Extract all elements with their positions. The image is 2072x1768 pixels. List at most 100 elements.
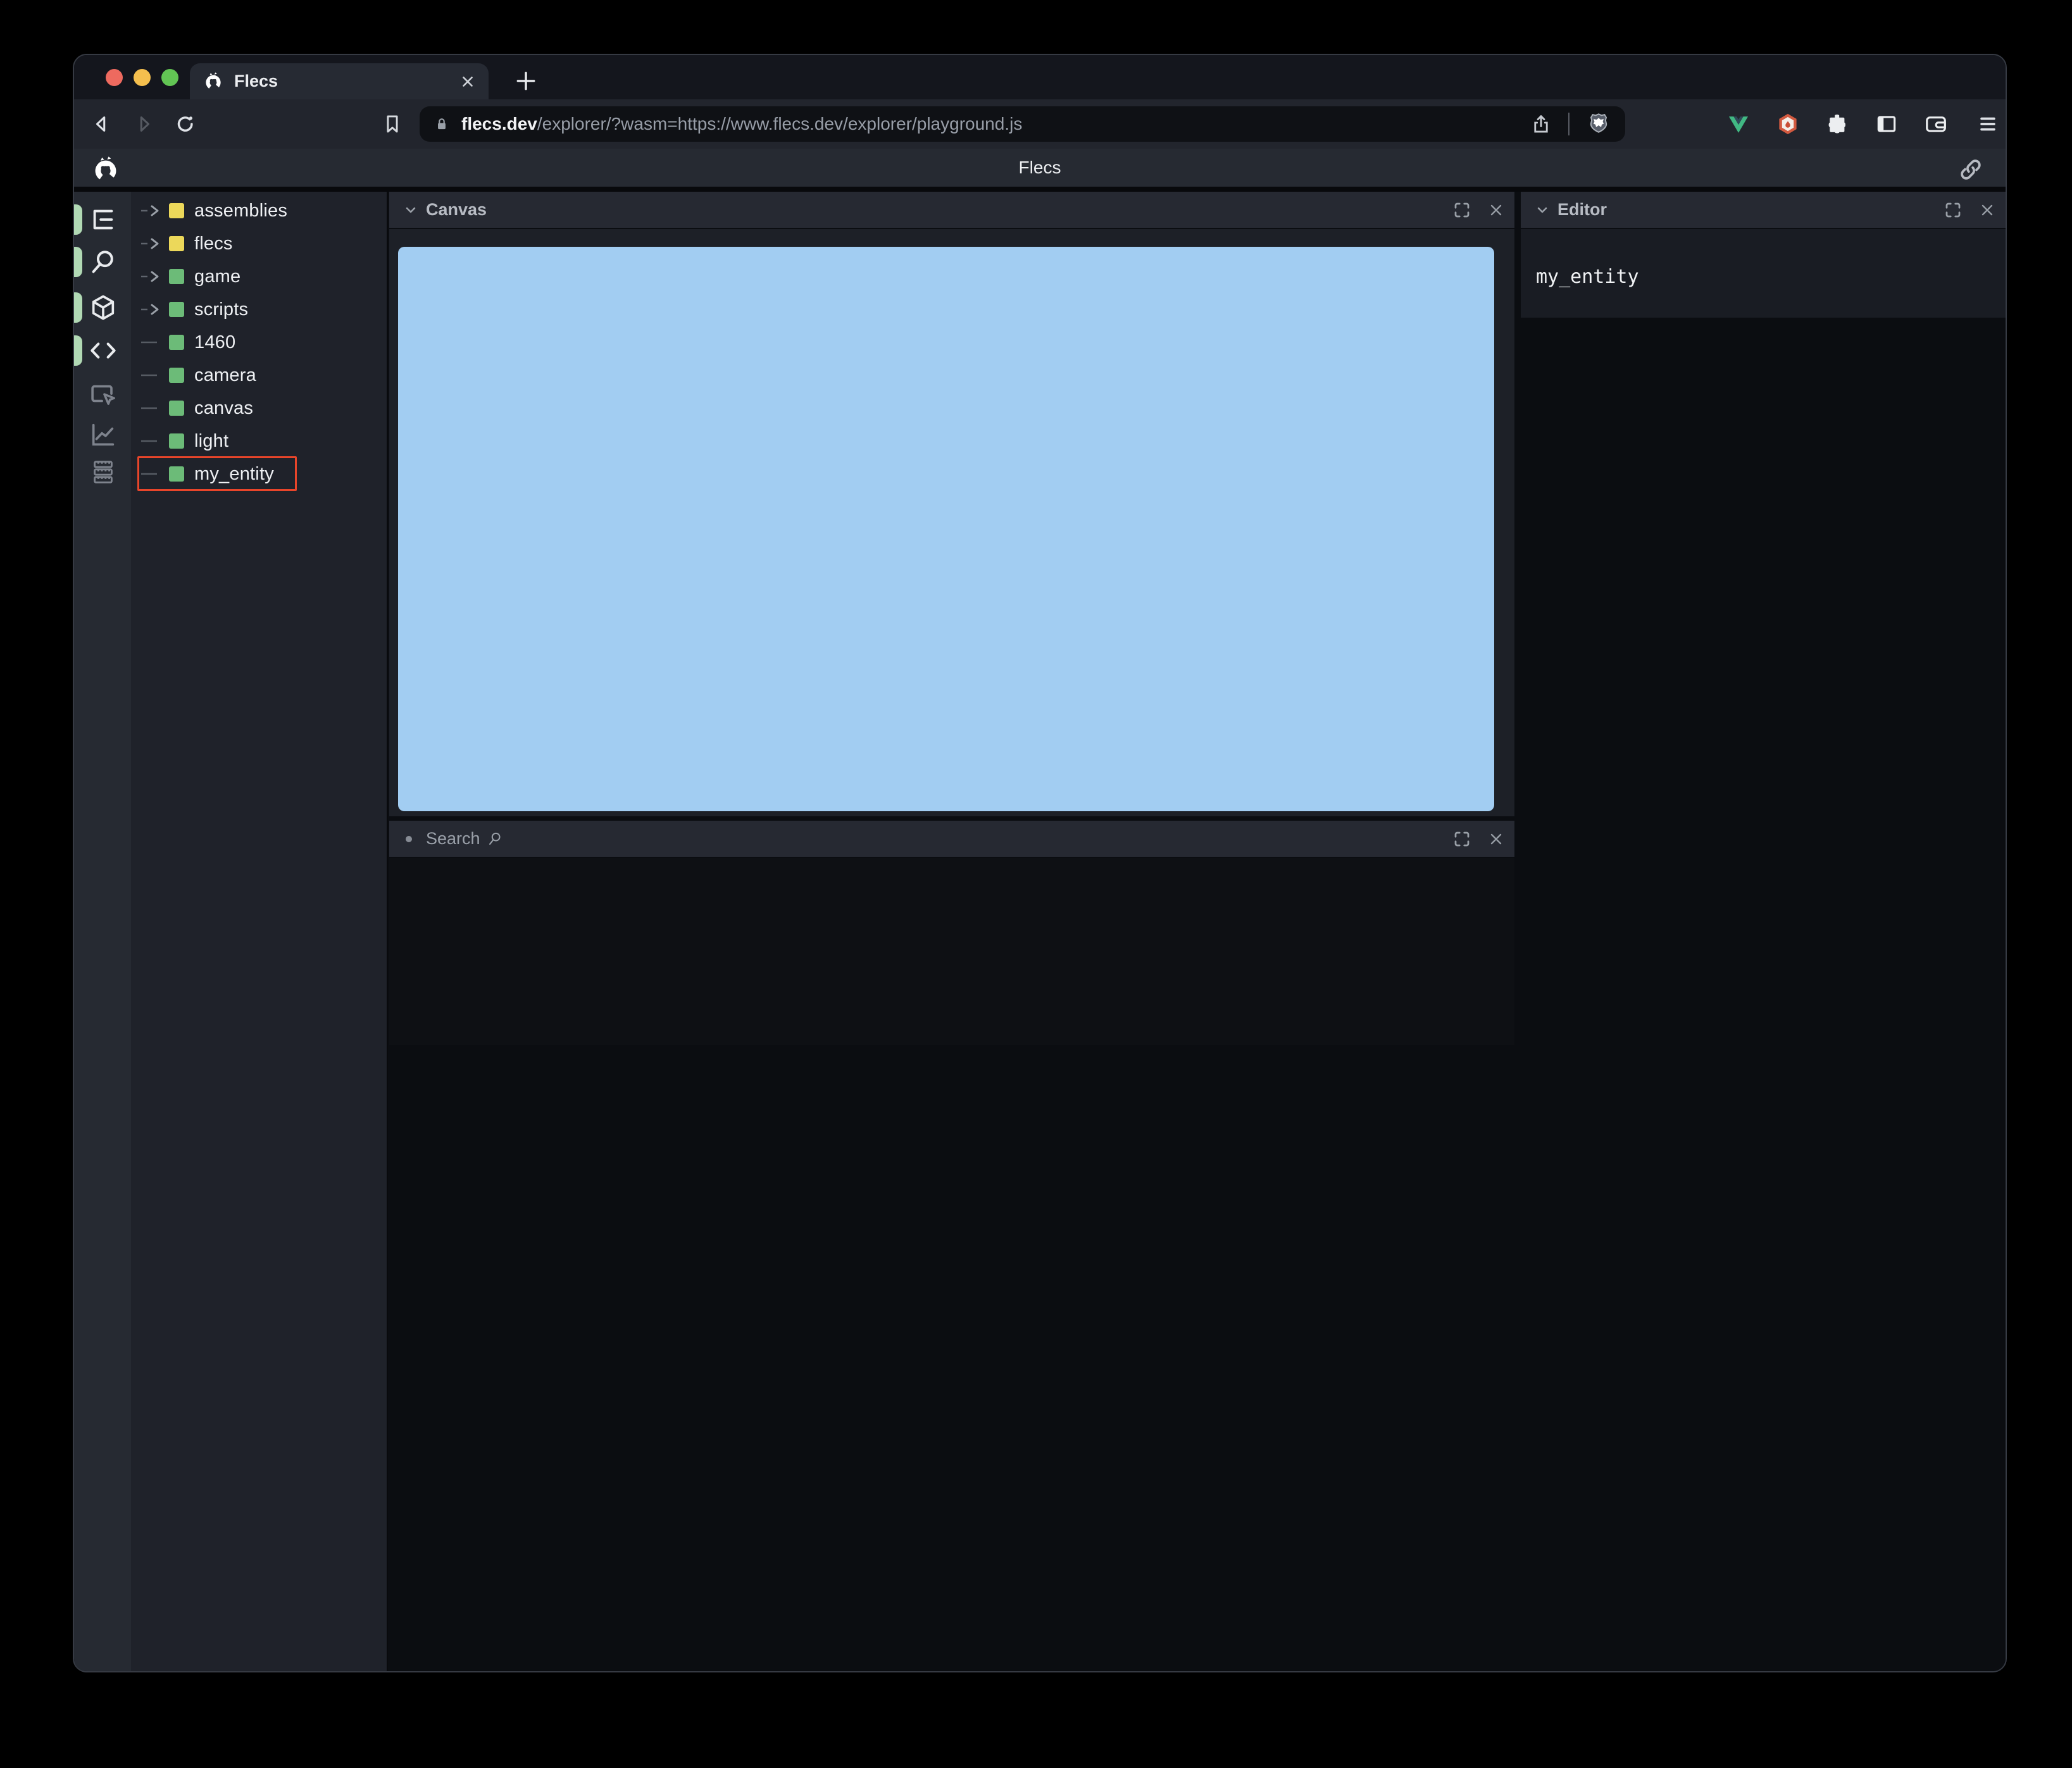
url-text: flecs.dev/explorer/?wasm=https://www.fle… [461,114,1022,134]
tree-item-light[interactable]: light [131,425,387,458]
canvas-panel-header: Canvas [389,192,1514,228]
tree-expand-arrow-icon[interactable] [140,302,168,316]
tab-title: Flecs [234,72,278,90]
close-panel-icon[interactable] [1488,202,1504,218]
forward-button[interactable] [132,113,155,135]
address-bar-separator [1568,113,1570,135]
activity-bar-item-search-icon[interactable] [89,247,118,277]
tree-expand-arrow-icon[interactable] [140,237,168,251]
tree-leaf-dash-icon [140,368,168,382]
tree-item-label: flecs [194,233,233,254]
entity-kind-swatch [169,236,184,251]
tree-item-label: 1460 [194,332,236,352]
share-link-icon[interactable] [1957,156,1984,183]
url-domain: flecs.dev [461,114,537,134]
new-tab-button[interactable] [514,69,538,93]
tree-leaf-dash-icon [140,467,168,481]
activity-bar-item-code-icon[interactable] [89,336,118,365]
extensions-puzzle-icon[interactable] [1825,112,1849,136]
render-canvas[interactable] [398,247,1494,811]
tree-item-label: assemblies [194,200,288,221]
tree-item-scripts[interactable]: scripts [131,293,387,326]
brave-shields-icon[interactable] [1586,111,1611,137]
tree-expand-arrow-icon[interactable] [140,270,168,283]
tree-item-canvas[interactable]: canvas [131,392,387,425]
activity-bar-item-inspector-icon[interactable] [89,380,118,409]
flecs-favicon [203,71,224,92]
tree-item-label: game [194,266,241,287]
tree-item-label: my_entity [194,463,274,484]
editor-panel-title: Editor [1557,200,1607,219]
wallet-icon[interactable] [1924,112,1948,136]
tree-item-label: canvas [194,397,254,418]
browser-window: Flecs flecs.dev/explorer/?wasm=https://w… [73,54,2007,1672]
tree-leaf-dash-icon [140,335,168,349]
chevron-down-icon[interactable] [403,202,418,218]
entity-kind-swatch [169,335,184,350]
tree-leaf-dash-icon [140,434,168,448]
lock-icon [434,116,450,132]
tree-item-label: camera [194,364,256,385]
menu-hamburger-icon[interactable] [1977,113,1999,135]
app-header: Flecs [74,149,2006,192]
canvas-panel-body [389,229,1514,816]
tree-item-game[interactable]: game [131,260,387,293]
tree-item-camera[interactable]: camera [131,359,387,392]
tree-item-assemblies[interactable]: assemblies [131,194,387,227]
fullscreen-icon[interactable] [1944,201,1963,220]
bookmark-icon[interactable] [382,113,403,135]
close-window-button[interactable] [106,69,123,86]
close-panel-icon[interactable] [1488,831,1504,847]
tree-item-label: light [194,430,229,451]
tab-close-icon[interactable] [459,73,476,90]
close-panel-icon[interactable] [1979,202,1995,218]
minimize-window-button[interactable] [134,69,151,86]
code-editor[interactable]: my_entity [1521,229,2006,318]
tree-expand-arrow-icon[interactable] [140,204,168,218]
search-panel-header: Search [389,821,1514,857]
share-icon[interactable] [1530,113,1552,135]
tree-item-my_entity[interactable]: my_entity [131,456,387,491]
activity-bar-item-entities-icon[interactable] [89,293,118,322]
browser-tab[interactable]: Flecs [190,63,489,99]
activity-bar-item-commands-icon[interactable] [89,458,118,487]
url-path: /explorer/?wasm=https://www.flecs.dev/ex… [537,114,1023,134]
activity-bar [74,192,131,1671]
app-body: assemblies flecs game scripts 1460 camera canv… [74,192,2006,1671]
workspace: Canvas Search Editor my_entity [388,192,2006,1671]
zoom-window-button[interactable] [161,69,178,86]
entity-kind-swatch [169,269,184,284]
activity-bar-item-tree-icon[interactable] [89,205,118,234]
search-panel-title[interactable]: Search [426,829,480,849]
entity-kind-swatch [169,203,184,218]
back-button[interactable] [90,113,113,135]
entity-kind-swatch [169,466,184,482]
tree-item-flecs[interactable]: flecs [131,227,387,260]
tree-leaf-dash-icon [140,401,168,415]
activity-bar-item-stats-icon[interactable] [89,420,118,449]
address-bar[interactable]: flecs.dev/explorer/?wasm=https://www.fle… [420,106,1625,142]
fullscreen-icon[interactable] [1452,201,1471,220]
sidebar-panel-icon[interactable] [1875,112,1899,136]
extensions-row [1726,112,1948,136]
chevron-down-icon[interactable] [1535,202,1550,218]
bullet-icon [406,835,412,842]
editor-panel-header: Editor [1521,192,2006,228]
entity-kind-swatch [169,401,184,416]
canvas-panel-title: Canvas [426,200,487,219]
hex-shield-extension-icon[interactable] [1776,112,1800,136]
active-tab-indicator [74,204,82,235]
editor-content[interactable]: my_entity [1536,266,1639,288]
search-panel-body[interactable] [389,858,1514,1045]
search-icon[interactable] [487,830,504,847]
reload-button[interactable] [174,113,197,135]
browser-toolbar: flecs.dev/explorer/?wasm=https://www.fle… [74,99,2006,149]
tree-item-1460[interactable]: 1460 [131,326,387,359]
vue-devtools-icon[interactable] [1726,112,1751,136]
app-title: Flecs [1018,158,1061,177]
tree-item-label: scripts [194,299,249,320]
fullscreen-icon[interactable] [1452,830,1471,849]
active-tab-indicator [74,335,82,366]
entity-kind-swatch [169,433,184,449]
entity-tree-panel: assemblies flecs game scripts 1460 camera canv… [131,192,388,1671]
